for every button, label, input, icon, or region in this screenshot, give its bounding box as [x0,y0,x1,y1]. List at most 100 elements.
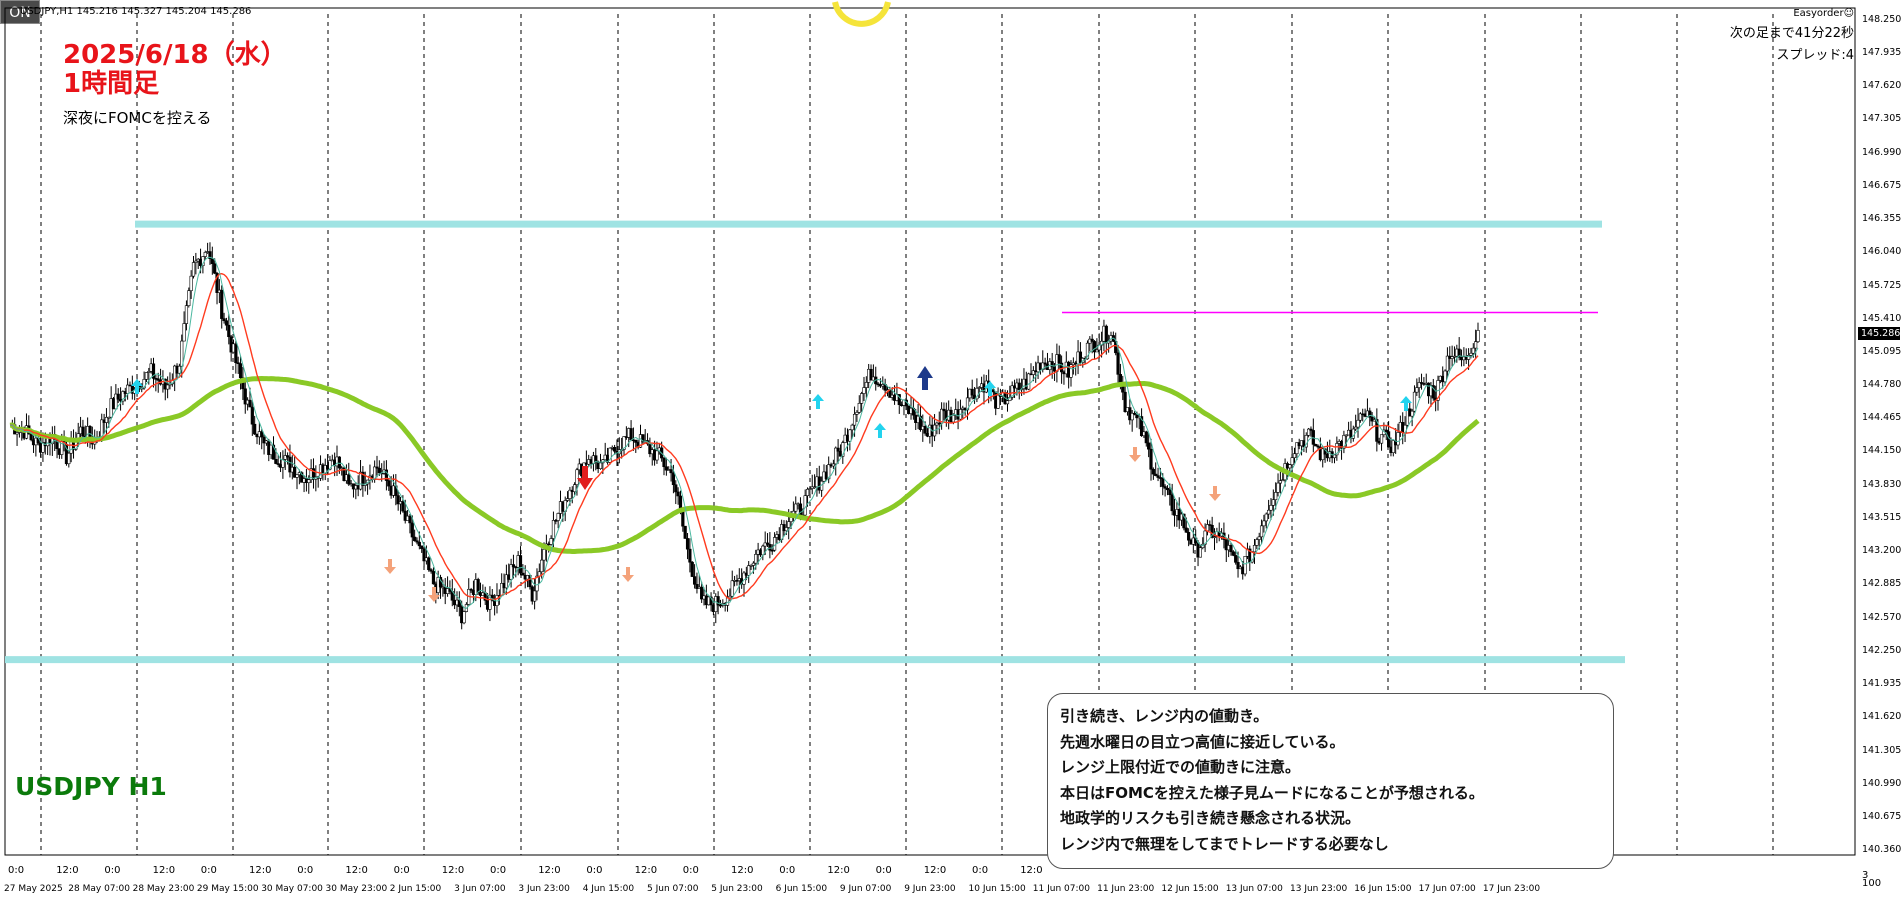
date-axis-label: 6 Jun 15:00 [775,884,828,894]
date-axis-label: 5 Jun 23:00 [711,884,763,894]
candle-body [1271,499,1275,506]
candle-body [629,428,633,441]
price-axis-label: 142.570 [1862,611,1902,623]
candle-body [1255,539,1259,546]
candle-body [248,399,252,408]
candle-body [408,515,412,524]
price-axis-label: 145.410 [1862,312,1902,324]
candle-body [549,538,553,545]
up-signal-arrow [812,394,824,409]
candle-body [427,557,431,571]
candle-body [862,387,866,394]
candle-body [410,522,414,538]
date-axis-label: 3 Jun 07:00 [454,884,506,894]
date-axis-label: 5 Jun 07:00 [647,884,699,894]
spread-readout: スプレッド:4 [1776,48,1854,63]
candle-body [1257,536,1261,540]
price-axis-label: 142.885 [1862,578,1902,590]
candle-body [848,429,852,442]
candle-body [864,382,868,388]
candle-body [674,484,678,493]
date-axis-label: 28 May 07:00 [68,884,131,894]
candle-body [1290,457,1294,465]
candle-body [81,426,85,437]
price-axis-label: 145.095 [1862,345,1902,357]
date-axis-label: 12 Jun 15:00 [1161,884,1219,894]
time-axis-label: 0:0 [875,865,892,876]
time-axis-label: 0:0 [586,865,603,876]
candle-body [676,491,680,497]
comment-box: 引き続き、レンジ内の値動き。 先週水曜日の目立つ高値に接近している。 レンジ上限… [1047,693,1614,869]
candle-body [1332,454,1337,459]
candle-body [67,452,71,465]
price-axis-label: 140.675 [1862,810,1902,822]
candle-body [860,393,864,404]
candle-body [238,363,243,379]
time-axis-label: 12:0 [345,865,368,876]
comment-line: レンジ上限付近での値動きに注意。 [1060,758,1301,776]
time-axis-label: 0:0 [200,865,217,876]
date-axis-label: 13 Jun 07:00 [1225,884,1283,894]
candle-body [518,555,523,574]
date-axis-label: 30 May 07:00 [261,884,323,894]
candle-body [692,576,697,585]
time-axis-label: 12:0 [441,865,465,876]
chart-window[interactable]: USDJPY,H1 145.216 145.327 145.204 145.28… [0,0,1902,901]
candle-body [923,426,927,434]
candle-body [540,559,544,573]
date-axis-label: 30 May 23:00 [325,884,388,894]
time-axis-label: 12:0 [56,865,79,876]
date-axis-label: 10 Jun 15:00 [968,884,1026,894]
candle-body [768,544,772,551]
date-axis-label: 9 Jun 07:00 [839,884,892,894]
candle-body [260,431,264,438]
candle-body [996,394,1000,409]
candle-body [420,545,424,549]
candle-body [754,554,758,564]
candle-body [789,517,793,522]
candle-body [784,527,788,532]
candle-body [1252,545,1257,553]
time-axis-label: 0:0 [8,865,25,876]
candle-body [1231,551,1235,556]
indicator-axis-value: 100 [1862,878,1882,889]
event-note: 深夜にFOMCを控える [63,109,212,127]
candle-body [669,469,673,474]
candle-body [1288,464,1292,469]
candle-body [1474,341,1478,349]
price-chart[interactable] [0,0,1902,901]
fast-ma-line [9,256,1479,609]
candle-body [227,324,231,338]
candle-body [1187,532,1191,541]
candle-body [144,372,149,380]
candle-body [387,480,391,487]
price-axis-label: 143.200 [1862,545,1902,557]
candle-body [191,262,196,277]
candle-body [234,343,238,364]
candle-body [970,388,974,396]
candle-body [685,538,690,550]
candle-body [725,597,730,606]
candle-body [1264,513,1268,522]
candle-body [1170,494,1174,512]
candle-body [1057,354,1061,364]
candle-body [1259,525,1264,538]
candle-body [511,564,516,568]
time-axis-label: 0:0 [972,865,989,876]
candle-body [1243,556,1247,575]
time-axis-label: 0:0 [297,865,314,876]
candles [10,242,1480,630]
candle-body [1269,505,1273,511]
candle-body [417,541,421,547]
candle-body [683,525,687,539]
candle-body [187,290,191,306]
candle-body [831,463,835,467]
candle-body [671,472,676,486]
time-axis-label: 0:0 [682,865,699,876]
price-axis-label: 142.250 [1862,645,1902,657]
candle-body [951,415,955,423]
candle-body [295,474,299,478]
candle-body [857,403,861,413]
candle-body [1151,468,1155,475]
candle-body [431,571,436,585]
